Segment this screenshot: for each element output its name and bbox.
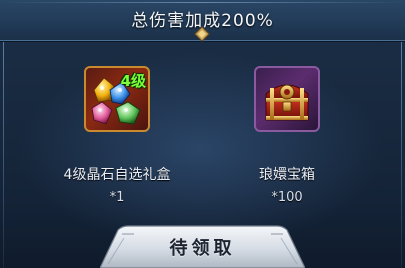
reward-quantity: *100 — [271, 190, 303, 205]
left-border-line — [3, 40, 4, 268]
reward-item-treasure-chest[interactable]: 琅嬛宝箱 *100 — [217, 66, 357, 216]
reward-item-gem-box[interactable]: 4级 4级晶石自选礼盒 *1 — [47, 66, 187, 216]
reward-panel: 总伤害加成200% 4级 4级晶石自选礼盒 *1 琅嬛宝箱 *100 待领取 — [0, 0, 405, 268]
claim-button-wrap: 待领取 — [100, 224, 305, 268]
treasure-chest-icon — [254, 66, 320, 132]
diamond-ornament-icon — [194, 26, 210, 42]
gem-gift-box-icon: 4级 — [84, 66, 150, 132]
reward-name: 琅嬛宝箱 — [259, 167, 315, 183]
reward-quantity: *1 — [109, 190, 125, 205]
chest-art-icon — [265, 84, 309, 121]
claim-button-label: 待领取 — [169, 238, 236, 259]
header-highlight-line — [0, 2, 405, 3]
right-border-line — [401, 40, 402, 268]
level-badge: 4级 — [120, 72, 146, 90]
reward-name: 4级晶石自选礼盒 — [63, 167, 171, 183]
